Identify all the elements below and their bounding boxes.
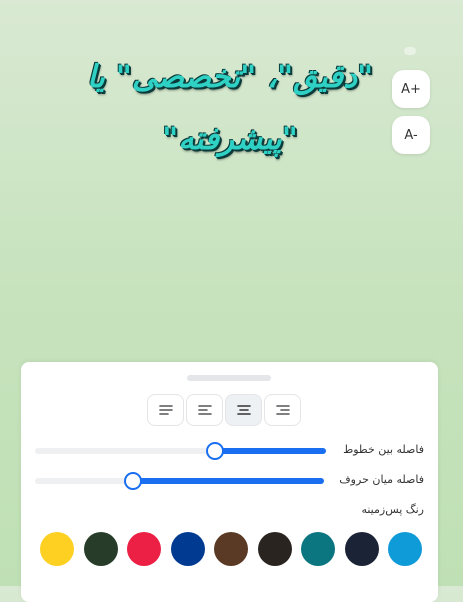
align-center-button[interactable] — [225, 394, 262, 426]
align-justify-icon — [158, 405, 173, 415]
headline-line-2: "پیشرفته" — [162, 121, 298, 157]
headline-text: "دقیق"، "تخصصی" یا "پیشرفته" — [70, 46, 390, 170]
eye-icon[interactable] — [404, 47, 416, 55]
align-center-icon — [236, 405, 251, 415]
letter-spacing-fill — [133, 478, 324, 484]
color-swatch[interactable] — [40, 532, 74, 566]
align-justify-button[interactable] — [147, 394, 184, 426]
line-spacing-label: فاصله بین خطوط — [343, 443, 424, 456]
headline-line-1: "دقیق"، "تخصصی" یا — [86, 59, 374, 95]
color-swatch[interactable] — [214, 532, 248, 566]
color-swatch[interactable] — [345, 532, 379, 566]
color-swatches — [40, 532, 422, 566]
color-swatch[interactable] — [258, 532, 292, 566]
align-right-icon — [275, 405, 290, 415]
align-left-button[interactable] — [186, 394, 223, 426]
align-right-button[interactable] — [264, 394, 301, 426]
line-spacing-slider[interactable] — [35, 442, 326, 460]
drag-handle[interactable] — [187, 375, 271, 381]
decrease-font-button[interactable]: A- — [392, 116, 430, 154]
color-swatch[interactable] — [301, 532, 335, 566]
color-swatch[interactable] — [171, 532, 205, 566]
line-spacing-fill — [215, 448, 326, 454]
alignment-group — [147, 394, 301, 426]
letter-spacing-thumb[interactable] — [124, 472, 142, 490]
letter-spacing-slider[interactable] — [35, 472, 324, 490]
reader-screen: "دقیق"، "تخصصی" یا "پیشرفته" A+ A- فاصله… — [0, 0, 463, 602]
color-swatch[interactable] — [127, 532, 161, 566]
align-left-icon — [197, 405, 212, 415]
color-swatch[interactable] — [388, 532, 422, 566]
letter-spacing-label: فاصله میان حروف — [339, 473, 424, 486]
increase-font-button[interactable]: A+ — [392, 70, 430, 108]
color-swatch[interactable] — [84, 532, 118, 566]
background-color-label: رنگ پس‌زمینه — [361, 503, 424, 516]
settings-panel: فاصله بین خطوط فاصله میان حروف رنگ پس‌زم… — [21, 362, 438, 602]
line-spacing-thumb[interactable] — [206, 442, 224, 460]
